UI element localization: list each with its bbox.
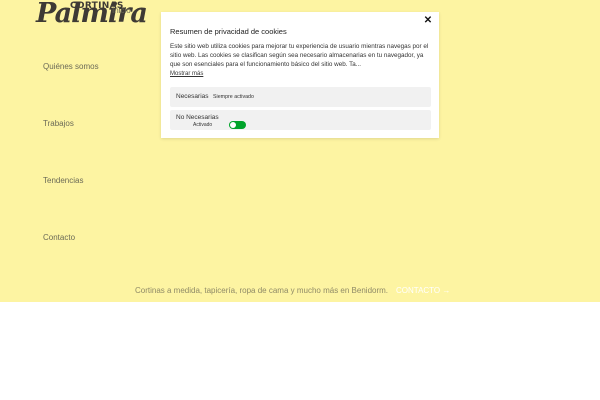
nav-inicio[interactable]: Inicio xyxy=(112,6,131,15)
toggle-knob xyxy=(230,122,236,128)
cookie-category-necesarias[interactable]: Necesarias Siempre activado xyxy=(170,87,431,107)
cookie-dialog-title: Resumen de privacidad de cookies xyxy=(170,27,287,36)
cookie-category-name: No Necesarias xyxy=(176,114,219,121)
nav-item-tendencias[interactable]: Tendencias xyxy=(43,176,83,185)
footer-tagline: Cortinas a medida, tapicería, ropa de ca… xyxy=(135,286,389,295)
cookie-category-no-necesarias[interactable]: No Necesarias Activado xyxy=(170,110,431,130)
nav-item-trabajos[interactable]: Trabajos xyxy=(43,119,74,128)
cookie-category-name: Necesarias xyxy=(176,93,209,100)
nav-item-contacto[interactable]: Contacto xyxy=(43,233,75,242)
cookie-consent-dialog: ✕ Resumen de privacidad de cookies Este … xyxy=(161,12,439,138)
cookie-toggle-switch[interactable] xyxy=(229,121,246,129)
site-logo[interactable]: Palmira CORTINAS xyxy=(36,0,148,32)
page: Palmira CORTINAS Inicio Quiénes somos Tr… xyxy=(0,0,600,400)
cookie-category-status: Siempre activado xyxy=(213,94,254,100)
cookie-dialog-description: Este sitio web utiliza cookies para mejo… xyxy=(170,43,429,68)
show-more-link[interactable]: Mostrar más xyxy=(170,71,203,77)
nav-item-quienes-somos[interactable]: Quiénes somos xyxy=(43,62,99,71)
close-icon[interactable]: ✕ xyxy=(422,15,434,27)
footer-contact-link[interactable]: CONTACTO → xyxy=(396,286,450,295)
toggle-label: Activado xyxy=(193,122,213,128)
